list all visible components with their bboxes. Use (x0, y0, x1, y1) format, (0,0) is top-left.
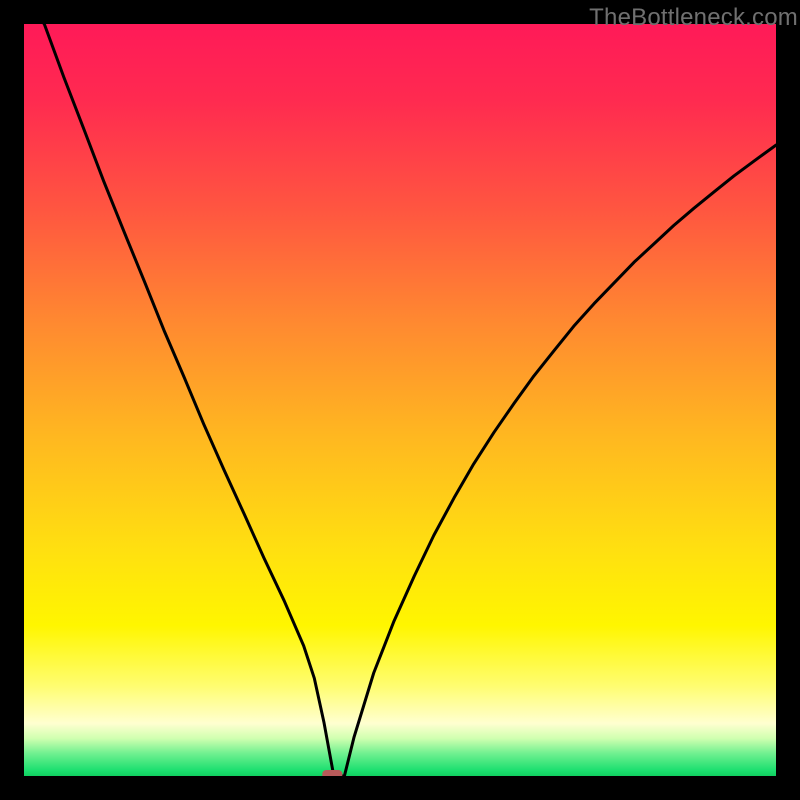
plot-area (24, 24, 776, 776)
bottleneck-curve (24, 24, 776, 776)
curve-layer (24, 24, 776, 776)
optimal-marker (322, 770, 342, 776)
watermark-text: TheBottleneck.com (589, 4, 798, 32)
chart-frame: TheBottleneck.com (0, 0, 800, 800)
